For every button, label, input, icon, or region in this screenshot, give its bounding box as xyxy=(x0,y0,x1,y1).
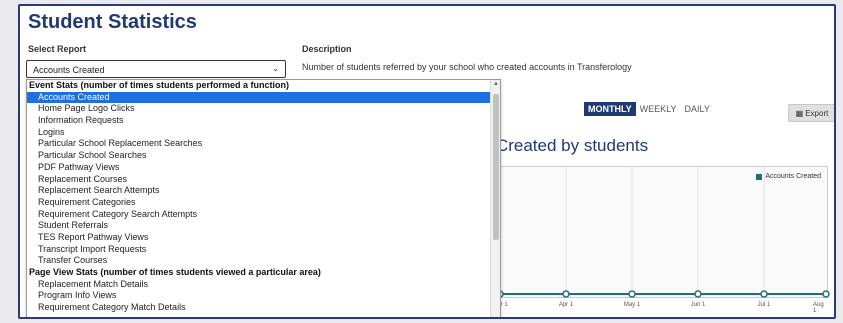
chart-legend: Accounts Created xyxy=(756,173,821,180)
legend-label: Accounts Created xyxy=(765,173,821,180)
report-options-list: Event Stats (number of times students pe… xyxy=(27,80,490,314)
x-tick-label: Apr 1 xyxy=(558,302,574,308)
table-icon: ▦ xyxy=(795,108,804,118)
legend-swatch xyxy=(756,173,763,180)
report-option[interactable]: Home Page Logo Clicks xyxy=(27,103,490,115)
description-label: Description xyxy=(302,44,352,54)
report-option[interactable]: Replacement Courses xyxy=(27,174,490,186)
scroll-up-icon[interactable]: ▲ xyxy=(491,81,500,87)
report-option[interactable]: Requirement Categories xyxy=(27,197,490,209)
report-select-value: Accounts Created xyxy=(33,65,105,75)
option-group-label: Event Stats (number of times students pe… xyxy=(29,80,290,90)
period-toggle: MONTHLY WEEKLY DAILY xyxy=(584,102,714,116)
report-dropdown[interactable]: Event Stats (number of times students pe… xyxy=(26,79,501,319)
x-tick-label: Aug 1 xyxy=(813,302,824,314)
report-option[interactable]: TES Report Pathway Views xyxy=(27,232,490,244)
report-option[interactable]: Particular School Replacement Searches xyxy=(27,138,490,150)
scroll-down-icon[interactable]: ▼ xyxy=(491,317,501,319)
x-tick-label: Jul 1 xyxy=(757,302,771,308)
report-option[interactable]: Replacement Search Attempts xyxy=(27,185,490,197)
report-option[interactable]: Accounts Created xyxy=(27,91,490,104)
report-option[interactable]: Requirement Category Search Attempts xyxy=(27,209,490,221)
page-title: Student Statistics xyxy=(28,11,197,33)
report-option[interactable]: Program Info Views xyxy=(27,290,490,302)
statistics-panel: Student Statistics Select Report Descrip… xyxy=(18,4,836,319)
dropdown-scrollbar[interactable]: ▲ ▼ xyxy=(490,80,501,319)
report-option[interactable]: Transfer Courses xyxy=(27,255,490,267)
report-select[interactable]: Accounts Created ⌄ xyxy=(26,60,286,78)
daily-button[interactable]: DAILY xyxy=(681,102,714,116)
report-option[interactable]: Transcript Import Requests xyxy=(27,244,490,256)
report-option[interactable]: Student Referrals xyxy=(27,220,490,232)
scrollbar-thumb[interactable] xyxy=(493,94,499,240)
monthly-button[interactable]: MONTHLY xyxy=(584,102,636,116)
report-option[interactable]: Information Requests xyxy=(27,115,490,127)
option-group-label: Page View Stats (number of times student… xyxy=(29,267,321,277)
chart-title: ts Created by students xyxy=(478,136,649,155)
weekly-button[interactable]: WEEKLY xyxy=(636,102,681,116)
description-text: Number of students referred by your scho… xyxy=(302,62,632,72)
select-report-label: Select Report xyxy=(28,44,87,54)
chevron-down-icon: ⌄ xyxy=(272,64,279,73)
export-button[interactable]: ▦ Export xyxy=(788,104,834,122)
chart-plot-area: Accounts Created xyxy=(492,166,828,298)
x-tick-label: May 1 xyxy=(623,302,641,308)
report-option[interactable]: Requirement Category Match Details xyxy=(27,302,490,314)
report-option[interactable]: Logins xyxy=(27,127,490,139)
x-tick-label: Jun 1 xyxy=(690,302,706,308)
export-label: Export xyxy=(805,108,829,118)
report-option[interactable]: Replacement Match Details xyxy=(27,279,490,291)
report-option[interactable]: PDF Pathway Views xyxy=(27,162,490,174)
report-option[interactable]: Particular School Searches xyxy=(27,150,490,162)
